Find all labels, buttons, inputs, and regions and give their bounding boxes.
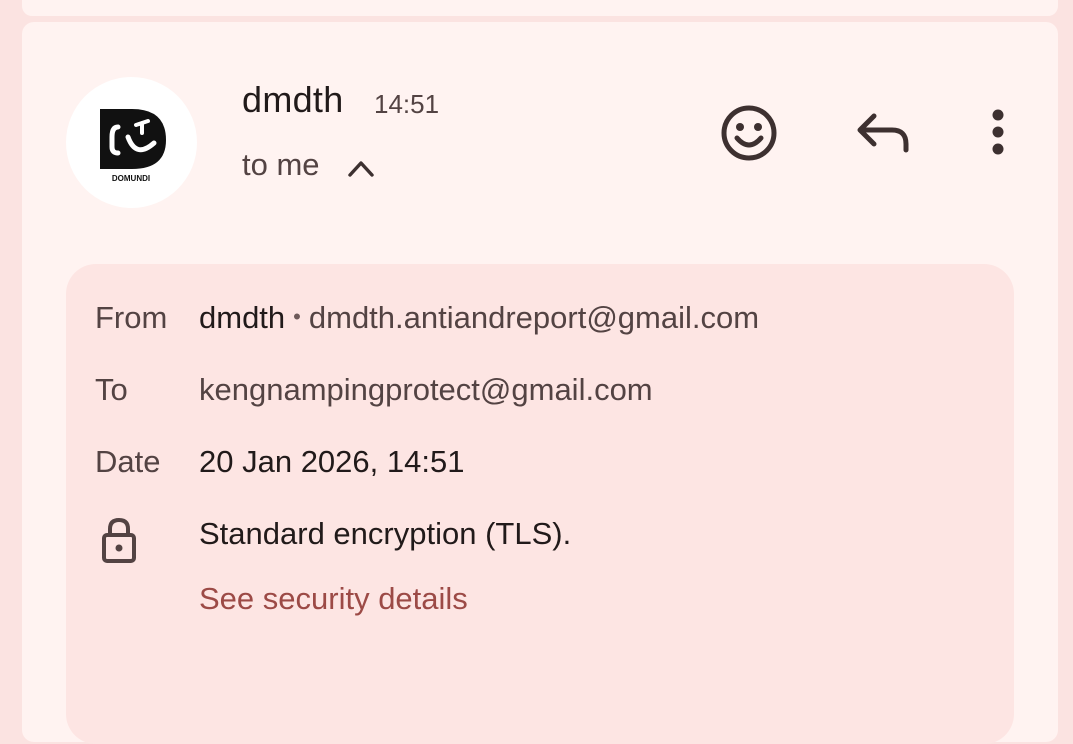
reply-icon: [857, 113, 909, 153]
logo-text: DOMUNDI: [112, 174, 150, 183]
previous-message-card: [22, 0, 1058, 16]
message-time: 14:51: [374, 89, 440, 119]
more-vert-icon: [992, 109, 1004, 155]
security-details-link[interactable]: See security details: [199, 581, 468, 617]
domundi-logo-icon: DOMUNDI: [100, 109, 166, 183]
from-name: dmdth: [199, 300, 286, 335]
encryption-text: Standard encryption (TLS).: [199, 516, 572, 551]
emoji-reaction-button[interactable]: [716, 100, 782, 166]
from-label: From: [95, 300, 168, 335]
date-value: 20 Jan 2026, 14:51: [199, 444, 465, 479]
more-options-button[interactable]: [978, 104, 1018, 160]
lock-icon: [100, 517, 138, 565]
chevron-up-icon[interactable]: [346, 154, 376, 180]
to-label: To: [95, 372, 128, 407]
sender-avatar[interactable]: DOMUNDI: [66, 77, 197, 208]
message-details-panel: [66, 264, 1014, 744]
recipient-summary[interactable]: to me: [242, 147, 320, 183]
reply-button[interactable]: [852, 104, 912, 160]
emoji-icon: [721, 105, 777, 161]
to-email[interactable]: kengnampingprotect@gmail.com: [199, 372, 653, 408]
from-value: dmdth • dmdth.antiandreport@gmail.com: [199, 300, 759, 336]
from-separator: •: [293, 304, 301, 329]
sender-name[interactable]: dmdth: [242, 79, 344, 121]
from-email[interactable]: dmdth.antiandreport@gmail.com: [309, 300, 759, 335]
date-label: Date: [95, 444, 161, 479]
